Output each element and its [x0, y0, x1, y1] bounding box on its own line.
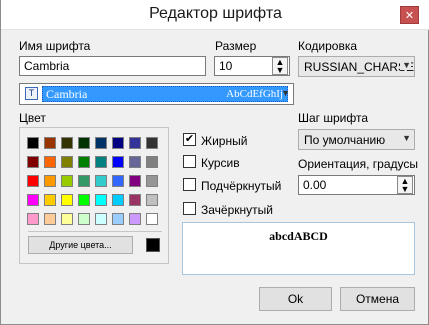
preview-text: abcdABCD [269, 229, 328, 243]
orientation-value: 0.00 [303, 178, 327, 192]
color-swatch[interactable] [112, 213, 124, 225]
font-select-dropdown[interactable]: T Cambria AbCdEfGhIj ▼ [19, 83, 294, 105]
step-label: Шаг шрифта [298, 111, 369, 125]
encoding-dropdown[interactable]: RUSSIAN_CHARSET ▼ [298, 56, 415, 77]
spin-down-icon: ▼ [275, 65, 285, 75]
chevron-down-icon: ▼ [400, 60, 411, 70]
ok-button[interactable]: Ok [259, 287, 332, 311]
color-swatch[interactable] [78, 213, 90, 225]
color-swatch[interactable] [129, 213, 141, 225]
color-swatch[interactable] [61, 137, 73, 149]
chevron-down-icon: ▼ [281, 88, 290, 98]
bold-label: Жирный [201, 134, 248, 148]
color-swatch[interactable] [78, 156, 90, 168]
color-swatch[interactable] [95, 175, 107, 187]
color-swatch[interactable] [112, 137, 124, 149]
size-label: Размер [215, 39, 257, 53]
color-swatch[interactable] [44, 194, 56, 206]
font-select-current[interactable]: Cambria AbCdEfGhIj [42, 86, 288, 102]
underline-label: Подчёркнутый [201, 179, 282, 193]
color-swatch[interactable] [27, 137, 39, 149]
color-swatch[interactable] [95, 137, 107, 149]
other-colors-button[interactable]: Другие цвета... [28, 236, 133, 254]
font-preview: abcdABCD [182, 222, 415, 275]
color-swatch[interactable] [27, 175, 39, 187]
italic-checkbox[interactable] [183, 155, 196, 168]
color-swatch[interactable] [27, 156, 39, 168]
step-value: По умолчанию [304, 133, 386, 147]
color-swatch[interactable] [146, 213, 158, 225]
color-swatch[interactable] [146, 175, 158, 187]
orientation-spinner[interactable]: ▲ ▼ [397, 176, 413, 194]
font-editor-dialog: Редактор шрифта ✕ Имя шрифта Cambria Раз… [0, 0, 429, 325]
font-select-sample: AbCdEfGhIj [226, 88, 283, 100]
color-swatch[interactable] [146, 156, 158, 168]
color-swatch[interactable] [112, 194, 124, 206]
color-swatch[interactable] [44, 175, 56, 187]
window-title: Редактор шрифта [149, 5, 282, 22]
color-swatch[interactable] [44, 156, 56, 168]
color-swatch[interactable] [44, 137, 56, 149]
encoding-value: RUSSIAN_CHARSET [304, 60, 415, 74]
color-swatch[interactable] [95, 156, 107, 168]
color-swatch[interactable] [78, 137, 90, 149]
color-swatch[interactable] [95, 194, 107, 206]
chevron-down-icon: ▼ [402, 133, 411, 143]
color-swatch[interactable] [78, 175, 90, 187]
color-swatch[interactable] [61, 213, 73, 225]
font-name-label: Имя шрифта [19, 39, 91, 53]
color-swatch[interactable] [129, 194, 141, 206]
current-color-swatch [146, 238, 160, 252]
size-spinner[interactable]: ▲ ▼ [272, 57, 288, 75]
encoding-label: Кодировка [298, 39, 358, 53]
orientation-label: Ориентация, градусы [298, 157, 419, 171]
color-swatch[interactable] [129, 137, 141, 149]
color-swatch[interactable] [146, 194, 158, 206]
truetype-font-icon: T [25, 87, 38, 100]
color-swatch[interactable] [129, 156, 141, 168]
spin-down-icon: ▼ [400, 184, 410, 194]
color-swatch[interactable] [61, 156, 73, 168]
color-swatch[interactable] [61, 194, 73, 206]
title-bar[interactable]: Редактор шрифта ✕ [1, 0, 429, 30]
color-swatch[interactable] [44, 213, 56, 225]
font-name-input[interactable]: Cambria [19, 56, 206, 76]
strikeout-label: Зачёркнутый [201, 203, 273, 217]
color-swatch[interactable] [129, 175, 141, 187]
italic-label: Курсив [201, 156, 240, 170]
color-label: Цвет [19, 111, 46, 125]
color-swatch[interactable] [27, 213, 39, 225]
color-swatch[interactable] [61, 175, 73, 187]
palette-divider [28, 231, 162, 232]
color-swatch[interactable] [112, 156, 124, 168]
checkmark-icon: ✔ [184, 133, 195, 145]
font-select-name: Cambria [46, 87, 88, 101]
size-value: 10 [219, 59, 233, 73]
close-button[interactable]: ✕ [400, 6, 419, 24]
step-dropdown[interactable]: По умолчанию ▼ [298, 129, 415, 150]
strikeout-checkbox[interactable] [183, 202, 196, 215]
color-palette-group: Другие цвета... [19, 127, 169, 264]
underline-checkbox[interactable] [183, 178, 196, 191]
color-swatch[interactable] [112, 175, 124, 187]
cancel-button[interactable]: Отмена [340, 287, 415, 311]
color-swatch[interactable] [27, 194, 39, 206]
color-swatch[interactable] [78, 194, 90, 206]
color-swatch[interactable] [95, 213, 107, 225]
bold-checkbox[interactable]: ✔ [183, 133, 196, 146]
color-swatch[interactable] [146, 137, 158, 149]
